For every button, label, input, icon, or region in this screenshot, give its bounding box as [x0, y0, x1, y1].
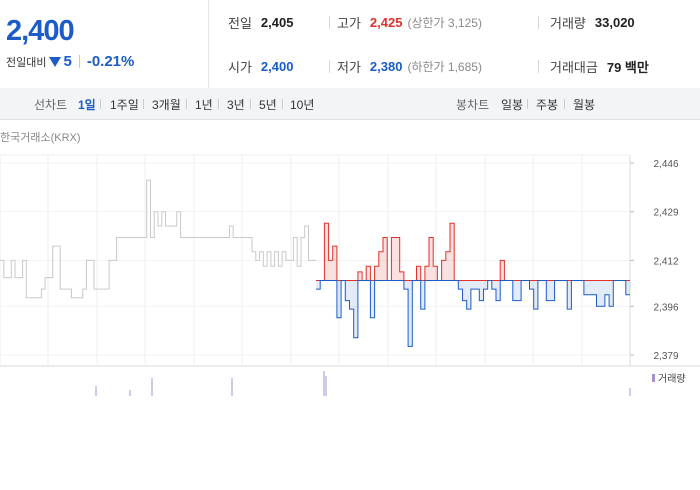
tab-daily-candle[interactable]: 일봉 [501, 96, 523, 113]
tab-5y[interactable]: 5년 [259, 96, 277, 113]
line-chart-caption: 선차트 [34, 98, 68, 112]
stat-value: 2,425 [369, 14, 403, 30]
today-series-up [316, 222, 630, 281]
stat-value: 2,380 [369, 58, 403, 74]
stat-sub: (상한가 3,125) [407, 15, 482, 30]
up-area [316, 223, 630, 281]
chart-tabs: 선차트 1일 1주일 3개월 1년 3년 5년 10년 봉차트 일봉 주봉 월봉 [0, 88, 700, 120]
divider [78, 55, 80, 68]
divider [329, 60, 330, 73]
chart-source: 한국거래소(KRX) [0, 131, 81, 144]
y-tick-label: 2,396 [653, 302, 678, 313]
divider [100, 99, 101, 109]
stat-value: 2,400 [260, 58, 294, 74]
stat-open: 시가 2,400 [228, 56, 293, 76]
stat-low: 저가 2,380 (하한가 1,685) [337, 56, 482, 76]
stat-label: 거래량 [550, 15, 586, 31]
tab-3m[interactable]: 3개월 [152, 96, 181, 113]
stat-label: 거래대금 [550, 59, 598, 75]
candle-chart-caption: 봉차트 [456, 98, 490, 112]
tab-1w[interactable]: 1주일 [110, 96, 139, 113]
divider [538, 60, 539, 73]
tab-3y[interactable]: 3년 [227, 96, 245, 113]
intraday-chart: 한국거래소(KRX) 2,446 2,429 2,412 2,396 2,379 거래량 [0, 120, 700, 400]
stat-label: 전일 [228, 15, 252, 31]
price-chart: 한국거래소(KRX) 2,446 2,429 2,412 2,396 2,379 거래량 [0, 131, 700, 396]
change-row: 전일대비 5 -0.21% [6, 53, 134, 70]
divider [250, 99, 251, 109]
volume-legend-swatch [652, 374, 655, 382]
prev-day-series [0, 179, 316, 299]
horizontal-gridlines [0, 162, 630, 356]
price-box: 2,400 전일대비 5 -0.21% [0, 0, 209, 88]
divider [527, 99, 528, 109]
y-tick-label: 2,379 [653, 351, 678, 362]
volume-bars [95, 371, 631, 396]
y-tick-labels: 2,446 2,429 2,412 2,396 2,379 [630, 159, 679, 362]
stat-high: 고가 2,425 (상한가 3,125) [337, 12, 482, 32]
today-series-down [316, 280, 630, 347]
y-tick-label: 2,429 [653, 208, 678, 219]
stat-volume: 거래량 33,020 [550, 12, 635, 32]
stat-label: 저가 [337, 59, 361, 75]
tab-1d[interactable]: 1일 [78, 96, 96, 113]
stat-label: 고가 [337, 15, 361, 31]
stat-value: 33,020 [594, 14, 635, 30]
stat-prev-close: 전일 2,405 [228, 12, 293, 32]
change-label: 전일대비 [6, 56, 47, 69]
divider [538, 16, 539, 29]
stat-label: 시가 [228, 59, 252, 75]
tab-weekly-candle[interactable]: 주봉 [536, 96, 558, 113]
divider [282, 99, 283, 109]
divider [564, 99, 565, 109]
divider [218, 99, 219, 109]
change-value: 5 [63, 53, 72, 70]
quote-header: 2,400 전일대비 5 -0.21% 전일 2,405 고가 2,425 (상… [0, 0, 700, 89]
stats-panel: 전일 2,405 고가 2,425 (상한가 3,125) 거래량 33,020… [209, 0, 700, 88]
stat-amount: 거래대금 79 백만 [550, 56, 649, 76]
stat-sub: (하한가 1,685) [407, 59, 482, 74]
y-tick-label: 2,446 [653, 159, 678, 170]
current-price: 2,400 [6, 15, 75, 47]
divider [143, 99, 144, 109]
y-tick-label: 2,412 [653, 256, 678, 267]
divider [186, 99, 187, 109]
down-area [316, 280, 630, 347]
down-triangle-icon [49, 56, 62, 67]
stat-value: 79 백만 [606, 59, 649, 75]
tab-10y[interactable]: 10년 [290, 96, 314, 113]
tab-1y[interactable]: 1년 [195, 96, 213, 113]
divider [329, 16, 330, 29]
volume-legend-label: 거래량 [658, 373, 686, 385]
change-percent: -0.21% [86, 53, 135, 70]
tab-monthly-candle[interactable]: 월봉 [573, 96, 595, 113]
stat-value: 2,405 [260, 14, 294, 30]
